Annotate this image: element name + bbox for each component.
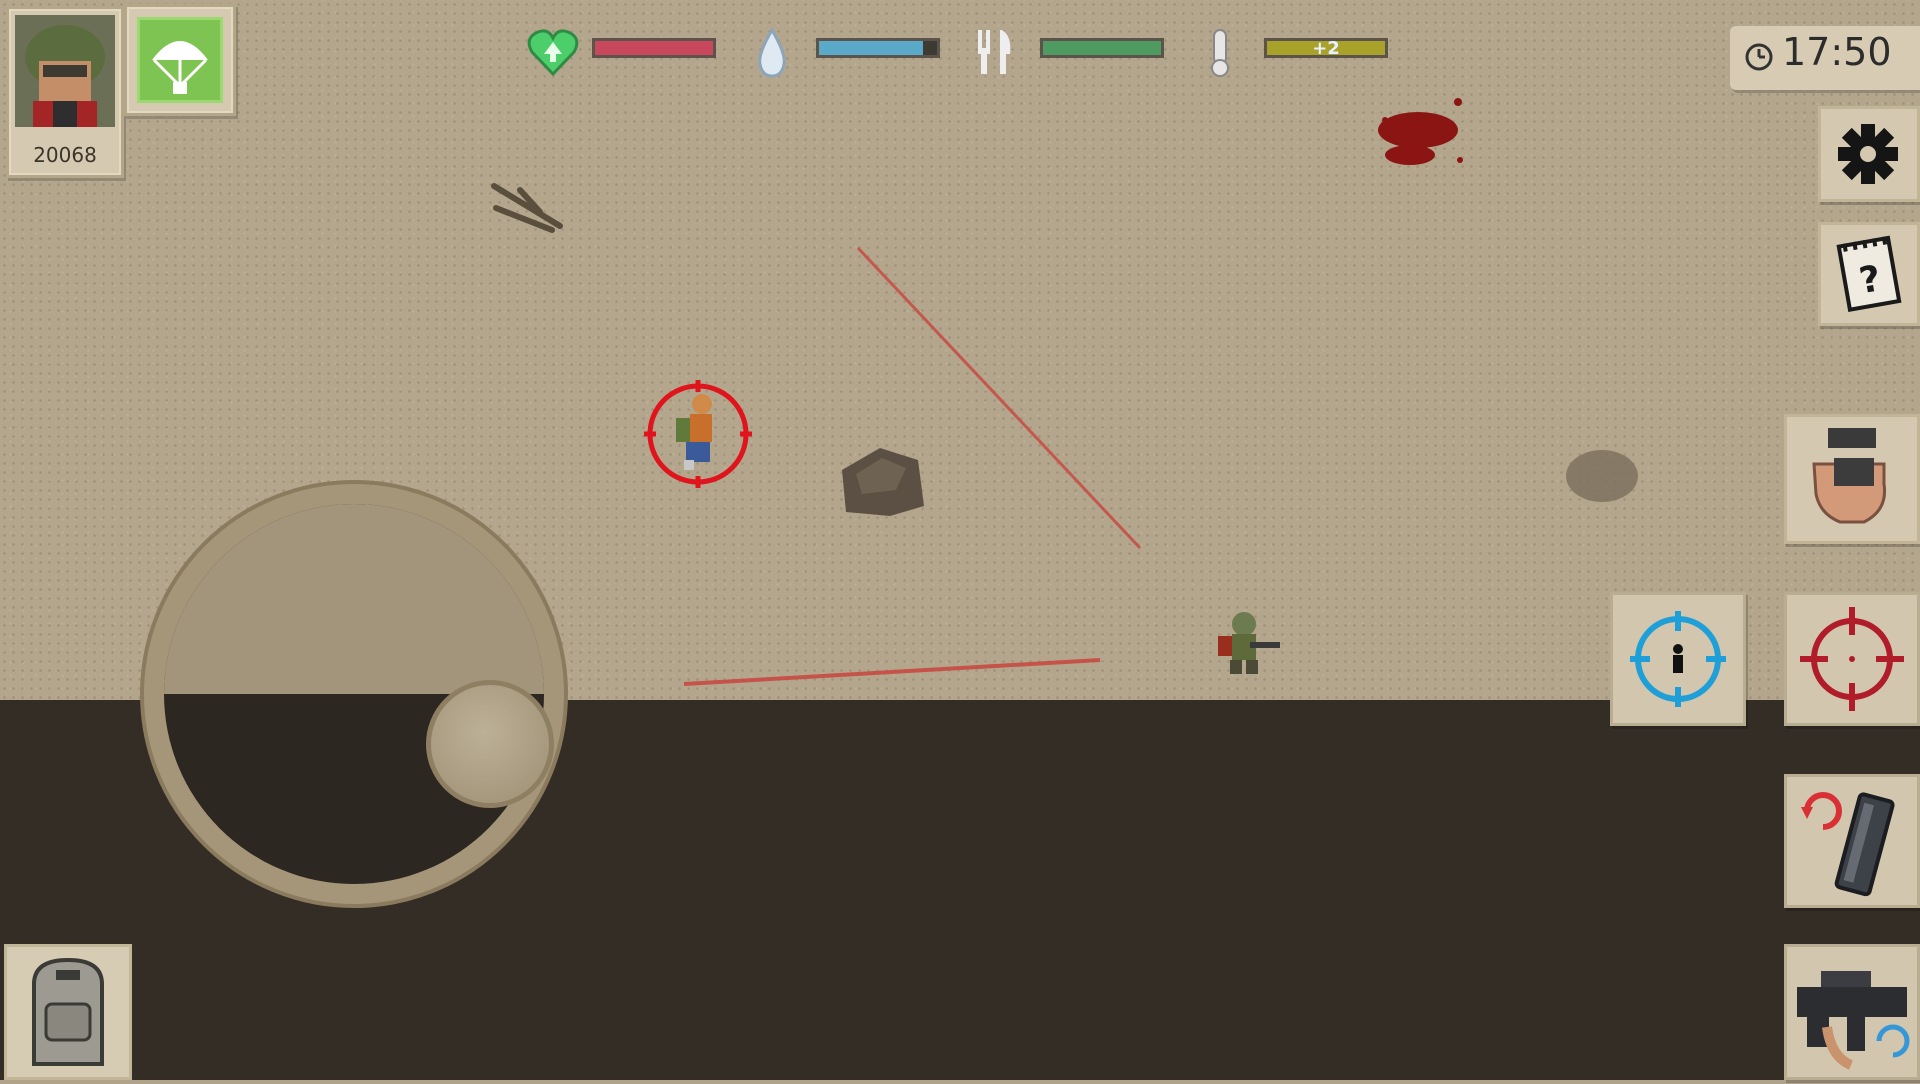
water-drop-icon bbox=[752, 26, 802, 78]
notepad-question-icon: ? bbox=[1836, 235, 1902, 312]
settings-button[interactable] bbox=[1818, 106, 1920, 202]
branches-debris bbox=[491, 183, 563, 233]
thirst-fill bbox=[819, 41, 923, 55]
avatar bbox=[15, 15, 115, 127]
health-bar bbox=[592, 38, 716, 58]
target-enemy-button[interactable] bbox=[1784, 592, 1920, 726]
weapon-swap-button[interactable] bbox=[1784, 944, 1920, 1080]
clock-icon bbox=[1745, 43, 1773, 71]
enemy-soldier bbox=[1218, 612, 1280, 674]
crosshair-icon bbox=[1800, 607, 1904, 711]
reload-magazine-icon bbox=[1801, 792, 1895, 897]
temperature-bar: +2 bbox=[1264, 38, 1388, 59]
backpack-button[interactable] bbox=[4, 944, 132, 1080]
laser-line-2 bbox=[683, 658, 1101, 686]
player-portrait[interactable]: 20068 bbox=[6, 6, 124, 178]
clock-time: 17:50 bbox=[1782, 30, 1892, 74]
hand-icon bbox=[1812, 428, 1887, 524]
airdrop-button[interactable] bbox=[124, 4, 236, 116]
movement-joystick-knob[interactable] bbox=[426, 680, 554, 808]
hunger-bar bbox=[1040, 38, 1164, 58]
player-score: 20068 bbox=[33, 143, 97, 167]
reload-button[interactable] bbox=[1784, 774, 1920, 908]
fork-knife-icon bbox=[972, 26, 1022, 78]
player-character bbox=[644, 380, 752, 488]
target-ally-button[interactable] bbox=[1610, 592, 1746, 726]
rock-pile bbox=[842, 448, 924, 516]
gear-icon bbox=[1838, 124, 1898, 184]
health-fill bbox=[595, 41, 713, 55]
blood-splatter bbox=[1378, 98, 1463, 165]
scorch-mark bbox=[1566, 450, 1638, 502]
backpack-icon bbox=[32, 957, 104, 1066]
thirst-bar bbox=[816, 38, 940, 58]
thermometer-icon bbox=[1202, 26, 1252, 78]
heart-icon bbox=[526, 26, 579, 78]
parachute-icon bbox=[152, 41, 208, 94]
interact-button[interactable] bbox=[1784, 414, 1920, 544]
quests-button[interactable]: ? bbox=[1818, 222, 1920, 326]
crosshair-person-icon bbox=[1630, 611, 1726, 707]
temperature-value: +2 bbox=[1312, 38, 1340, 59]
rifle-swap-icon bbox=[1797, 971, 1910, 1070]
hunger-fill bbox=[1043, 41, 1161, 55]
game-clock: 17:50 bbox=[1730, 26, 1920, 90]
